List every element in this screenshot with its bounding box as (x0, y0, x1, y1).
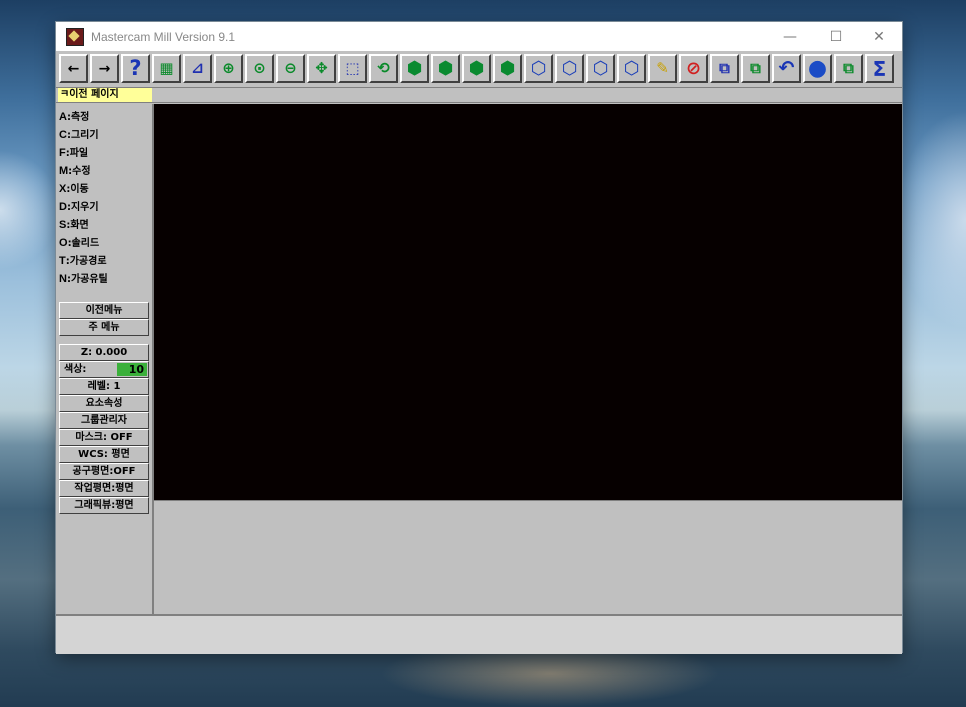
menu-item-delete[interactable]: D:지우기 (59, 198, 99, 216)
graphics-viewport[interactable] (154, 104, 902, 500)
maximize-button[interactable]: ☐ (813, 22, 859, 51)
menu-item-solids[interactable]: O:솔리드 (59, 234, 99, 252)
menu-item-create[interactable]: C:그리기 (59, 126, 99, 144)
z-depth-button[interactable]: Z: 0.000 (59, 344, 149, 361)
analyze-icon[interactable]: ⊿ (183, 54, 212, 83)
construction-plane-button[interactable]: 작업평면:평면 (59, 480, 149, 497)
fit-screen-icon[interactable]: ⬚ (338, 54, 367, 83)
menu-item-xform[interactable]: X:이동 (59, 180, 89, 198)
zoom-out-icon[interactable]: ⊖ (276, 54, 305, 83)
copy-view-icon[interactable]: ⧉ (710, 54, 739, 83)
menu-item-screen[interactable]: S:화면 (59, 216, 89, 234)
mastercam-app-icon (66, 27, 84, 46)
cplane-top-icon[interactable]: ⬡ (524, 54, 553, 83)
help-icon[interactable]: ? (121, 54, 150, 83)
clear-color-icon[interactable]: ⊘ (679, 54, 708, 83)
attributes-button[interactable]: 요소속성 (59, 395, 149, 412)
shade-sphere-icon[interactable]: ● (803, 54, 832, 83)
undo-icon[interactable]: ↶ (772, 54, 801, 83)
wcs-button[interactable]: WCS: 평면 (59, 446, 149, 463)
menu-item-analyze[interactable]: A:측정 (59, 108, 89, 126)
desktop-cloud-left (0, 150, 60, 270)
tool-plane-button[interactable]: 공구평면:OFF (59, 463, 149, 480)
menu-item-nc-utils[interactable]: N:가공유틸 (59, 270, 108, 288)
window-title: Mastercam Mill Version 9.1 (91, 29, 236, 44)
cplane-front-icon[interactable]: ⬡ (555, 54, 584, 83)
prompt-area: ㅋ이전 페이지 (58, 88, 152, 102)
pan-icon[interactable]: ✥ (307, 54, 336, 83)
title-bar[interactable]: Mastercam Mill Version 9.1 — ☐ ✕ (56, 22, 902, 51)
zoom-in-icon[interactable]: ⊙ (245, 54, 274, 83)
forward-arrow-icon[interactable]: → (90, 54, 119, 83)
view-iso-icon[interactable]: ⬢ (493, 54, 522, 83)
layers-icon[interactable]: ⧉ (834, 54, 863, 83)
view-front-icon[interactable]: ⬢ (431, 54, 460, 83)
close-button[interactable]: ✕ (856, 22, 902, 51)
status-bar (56, 614, 902, 654)
menu-item-modify[interactable]: M:수정 (59, 162, 91, 180)
menu-item-file[interactable]: F:파일 (59, 144, 88, 162)
minimize-button[interactable]: — (767, 22, 813, 51)
view-side-icon[interactable]: ⬢ (462, 54, 491, 83)
sketch-pencil-icon[interactable]: ✎ (648, 54, 677, 83)
cplane-side-icon[interactable]: ⬡ (586, 54, 615, 83)
back-arrow-icon[interactable]: ← (59, 54, 88, 83)
graphics-view-button[interactable]: 그래픽뷰:평면 (59, 497, 149, 514)
groups-button[interactable]: 그룹관리자 (59, 412, 149, 429)
sigma-icon[interactable]: Σ (865, 54, 894, 83)
rotate-view-icon[interactable]: ⟲ (369, 54, 398, 83)
main-menu-button[interactable]: 주 메뉴 (59, 319, 149, 336)
main-menu-panel: A:측정 C:그리기 F:파일 M:수정 X:이동 D:지우기 S:화면 O:솔… (56, 104, 154, 614)
prompt-console (154, 500, 902, 615)
cplane-3d-icon[interactable]: ⬡ (617, 54, 646, 83)
transform-icon[interactable]: ⧉ (741, 54, 770, 83)
prev-menu-button[interactable]: 이전메뉴 (59, 302, 149, 319)
app-window: Mastercam Mill Version 9.1 — ☐ ✕ ← →? ▦ ⊿ ⊕ ⊙… (56, 22, 902, 654)
mask-button[interactable]: 마스크: OFF (59, 429, 149, 446)
toolbar: ← →? ▦ ⊿ ⊕ ⊙ ⊖ ✥ ⬚ ⟲ ⬢ ⬢ ⬢ ⬢ ⬡ ⬡ ⬡ ⬡ ✎ ⊘ ⧉ ⧉ ↶ ● ⧉ Σ (56, 51, 902, 88)
view-top-icon[interactable]: ⬢ (400, 54, 429, 83)
calculator-icon[interactable]: ▦ (152, 54, 181, 83)
level-button[interactable]: 레벨: 1 (59, 378, 149, 395)
prompt-strip (56, 88, 902, 103)
desktop-cloud-right (896, 110, 966, 330)
color-value: 10 (117, 363, 147, 376)
color-button[interactable]: 색상: 10 (59, 361, 149, 378)
color-label: 색상: (64, 364, 87, 375)
zoom-window-icon[interactable]: ⊕ (214, 54, 243, 83)
menu-item-toolpaths[interactable]: T:가공경로 (59, 252, 107, 270)
